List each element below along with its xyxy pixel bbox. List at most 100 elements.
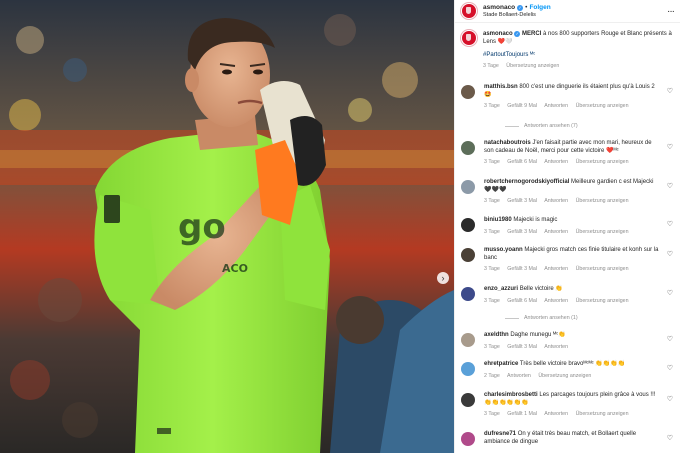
reply-button[interactable]: Antworten bbox=[544, 266, 568, 272]
comment-user[interactable]: ehretpatrice bbox=[484, 361, 518, 367]
reply-button[interactable]: Antworten bbox=[544, 103, 568, 109]
view-replies-label: Antworten ansehen (1) bbox=[524, 315, 578, 321]
translate-link[interactable]: Übersetzung anzeigen bbox=[576, 103, 629, 109]
comment-avatar[interactable] bbox=[461, 333, 475, 347]
translate-link[interactable]: Übersetzung anzeigen bbox=[576, 266, 629, 272]
instagram-post-view: go ACO › asmonaco ✓ • Folgen Stade Bolla… bbox=[0, 0, 680, 453]
comment-text: Majecki is magic bbox=[513, 217, 558, 223]
post-header: asmonaco ✓ • Folgen Stade Bollaert-Delel… bbox=[455, 0, 680, 23]
reply-button[interactable]: Antworten bbox=[507, 373, 531, 379]
heart-icon[interactable]: ♡ bbox=[667, 182, 673, 190]
comment-avatar[interactable] bbox=[461, 432, 475, 446]
shirt-text: ACO bbox=[222, 262, 248, 275]
heart-icon[interactable]: ♡ bbox=[667, 289, 673, 297]
translate-link[interactable]: Übersetzung anzeigen bbox=[538, 373, 591, 379]
comment-user[interactable]: matthis.bsn bbox=[484, 84, 518, 90]
view-replies-button[interactable]: Antworten ansehen (7) bbox=[505, 123, 578, 129]
comment-item: matthis.bsn 800 c'est une dinguerie ils … bbox=[461, 84, 675, 111]
comment-likes[interactable]: Gefällt 6 Mal bbox=[507, 159, 537, 165]
comment-user[interactable]: biniu1980 bbox=[484, 217, 512, 223]
comment-likes[interactable]: Gefällt 3 Mal bbox=[507, 266, 537, 272]
heart-icon[interactable]: ♡ bbox=[667, 220, 673, 228]
reply-button[interactable]: Antworten bbox=[544, 344, 568, 350]
comment-avatar[interactable] bbox=[461, 248, 475, 262]
view-replies-button[interactable]: Antworten ansehen (1) bbox=[505, 315, 578, 321]
caption-bold: MERCI bbox=[522, 31, 542, 37]
translate-link[interactable]: Übersetzung anzeigen bbox=[576, 411, 629, 417]
comment-user[interactable]: dufresne71 bbox=[484, 431, 516, 437]
follow-button[interactable]: Folgen bbox=[529, 4, 550, 11]
caption-avatar[interactable] bbox=[461, 30, 477, 46]
heart-icon[interactable]: ♡ bbox=[667, 434, 673, 442]
comment-item: charlesimbrosbetti Les parcages toujours… bbox=[461, 392, 675, 419]
heart-icon[interactable]: ♡ bbox=[667, 395, 673, 403]
comment-time: 2 Tage bbox=[484, 372, 500, 379]
comment-likes[interactable]: Gefällt 6 Mal bbox=[507, 298, 537, 304]
comment-time: 3 Tage bbox=[484, 266, 500, 273]
comment-avatar[interactable] bbox=[461, 287, 475, 301]
svg-text:go: go bbox=[178, 207, 226, 247]
comment-likes[interactable]: Gefällt 3 Mal bbox=[507, 344, 537, 350]
comment-text: Daghe munegu ᴹᶜ👏 bbox=[510, 332, 566, 338]
hashtag-suffix: ᴹᶜ bbox=[530, 52, 536, 58]
more-options-icon[interactable]: ··· bbox=[667, 6, 675, 17]
comment-user[interactable]: musso.yoann bbox=[484, 247, 523, 253]
post-location[interactable]: Stade Bollaert-Delelis bbox=[483, 12, 667, 18]
comment-likes[interactable]: Gefällt 9 Mal bbox=[507, 103, 537, 109]
comment-text: Très belle victoire bravoᴹᶜᴹᶜ 👏👏👏👏 bbox=[519, 361, 626, 367]
comment-user[interactable]: axeldthn bbox=[484, 332, 509, 338]
comment-likes[interactable]: Gefällt 3 Mal bbox=[507, 198, 537, 204]
heart-icon[interactable]: ♡ bbox=[667, 143, 673, 151]
comment-text: Belle victoire 👏 bbox=[519, 286, 563, 292]
comment-avatar[interactable] bbox=[461, 362, 475, 376]
comment-avatar[interactable] bbox=[461, 141, 475, 155]
reply-button[interactable]: Antworten bbox=[544, 198, 568, 204]
heart-icon[interactable]: ♡ bbox=[667, 250, 673, 258]
reply-button[interactable]: Antworten bbox=[544, 229, 568, 235]
verified-icon: ✓ bbox=[517, 4, 524, 11]
account-avatar[interactable] bbox=[461, 3, 477, 19]
view-replies-label: Antworten ansehen (7) bbox=[524, 123, 578, 129]
post-caption: asmonaco ✓ MERCI à nos 800 supporters Ro… bbox=[455, 23, 680, 70]
caption-translate-link[interactable]: Übersetzung anzeigen bbox=[506, 63, 559, 69]
comment-time: 3 Tage bbox=[484, 343, 500, 350]
reply-button[interactable]: Antworten bbox=[544, 159, 568, 165]
next-photo-button[interactable]: › bbox=[437, 272, 449, 284]
chevron-right-icon: › bbox=[441, 273, 445, 283]
comment-avatar[interactable] bbox=[461, 393, 475, 407]
translate-link[interactable]: Übersetzung anzeigen bbox=[576, 298, 629, 304]
heart-icon[interactable]: ♡ bbox=[667, 87, 673, 95]
comment-item: robertchernogorodskiyofficial Meilleure … bbox=[461, 179, 675, 206]
comment-time: 3 Tage bbox=[484, 297, 500, 304]
comment-user[interactable]: enzo_azzuri bbox=[484, 286, 518, 292]
comment-user[interactable]: natachaboutrois bbox=[484, 140, 531, 146]
comment-item: enzo_azzuri Belle victoire 👏 3 Tage Gefä… bbox=[461, 286, 675, 305]
account-name[interactable]: asmonaco bbox=[483, 4, 515, 11]
comment-avatar[interactable] bbox=[461, 218, 475, 232]
caption-hashtag[interactable]: #PartoutToujours bbox=[483, 52, 528, 58]
caption-time: 3 Tage bbox=[483, 63, 499, 69]
comment-user[interactable]: charlesimbrosbetti bbox=[484, 392, 538, 398]
comment-item: dufresne71 On y était très beau match, e… bbox=[461, 431, 675, 446]
reply-button[interactable]: Antworten bbox=[544, 411, 568, 417]
comment-time: 3 Tage bbox=[484, 228, 500, 235]
comment-item: ehretpatrice Très belle victoire bravoᴹᶜ… bbox=[461, 361, 675, 380]
heart-icon[interactable]: ♡ bbox=[667, 335, 673, 343]
comment-avatar[interactable] bbox=[461, 85, 475, 99]
translate-link[interactable]: Übersetzung anzeigen bbox=[576, 159, 629, 165]
comment-avatar[interactable] bbox=[461, 180, 475, 194]
comment-likes[interactable]: Gefällt 1 Mal bbox=[507, 411, 537, 417]
comment-time: 3 Tage bbox=[484, 198, 500, 205]
comment-item: biniu1980 Majecki is magic 3 Tage Gefäll… bbox=[461, 217, 675, 236]
translate-link[interactable]: Übersetzung anzeigen bbox=[576, 229, 629, 235]
post-sidebar: asmonaco ✓ • Folgen Stade Bollaert-Delel… bbox=[454, 0, 680, 453]
caption-user[interactable]: asmonaco bbox=[483, 31, 513, 37]
comment-likes[interactable]: Gefällt 3 Mal bbox=[507, 229, 537, 235]
comment-user[interactable]: robertchernogorodskiyofficial bbox=[484, 179, 569, 185]
heart-icon[interactable]: ♡ bbox=[667, 364, 673, 372]
translate-link[interactable]: Übersetzung anzeigen bbox=[576, 198, 629, 204]
comment-item: natachaboutrois J'en faisait partie avec… bbox=[461, 140, 675, 167]
post-photo[interactable]: go ACO › bbox=[0, 0, 454, 453]
reply-button[interactable]: Antworten bbox=[544, 298, 568, 304]
comment-time: 3 Tage bbox=[484, 103, 500, 110]
